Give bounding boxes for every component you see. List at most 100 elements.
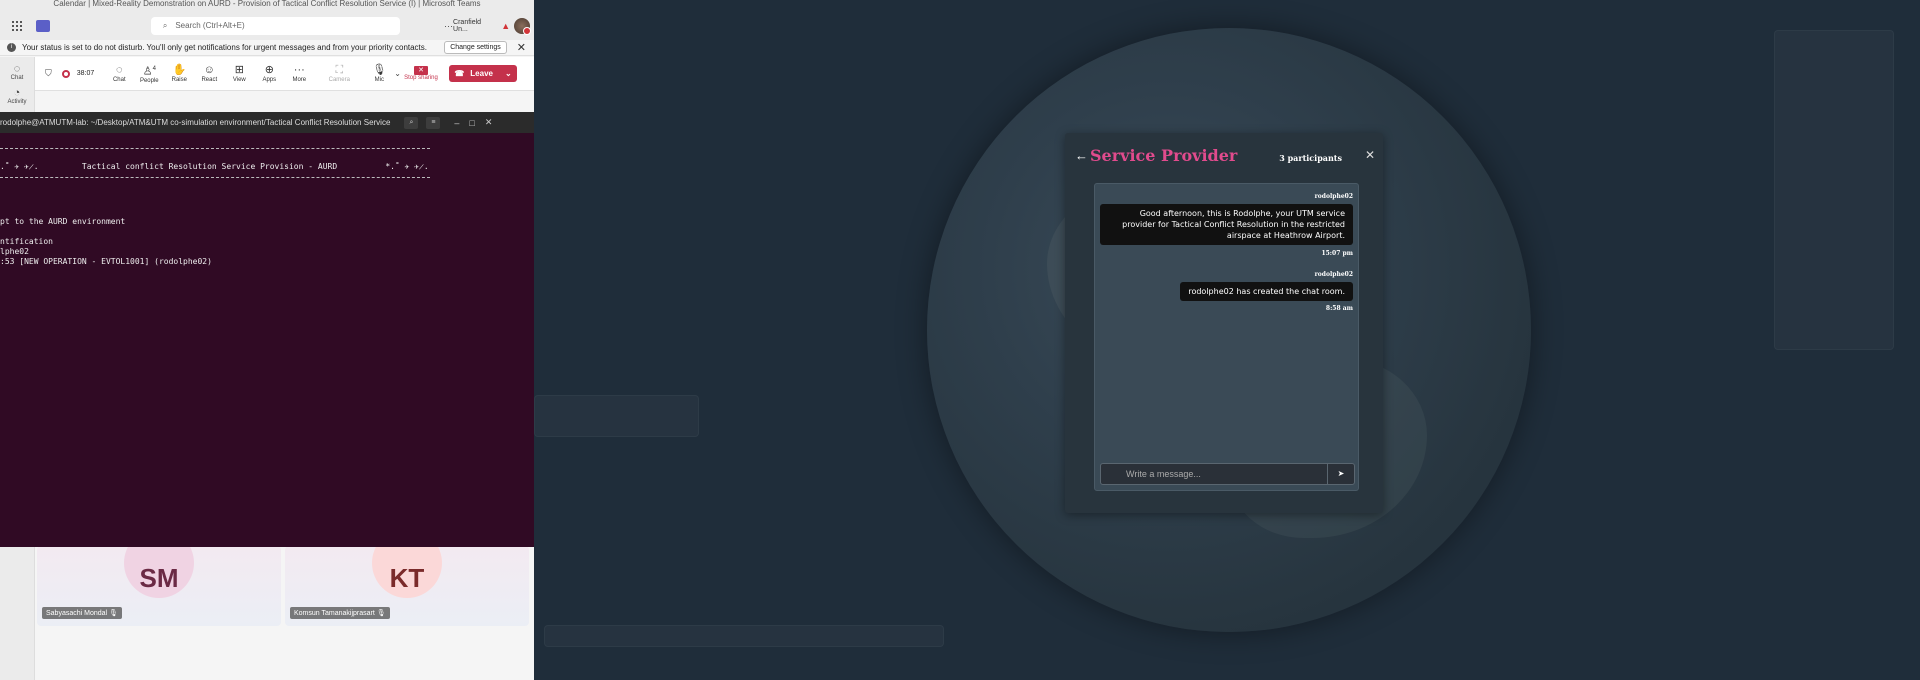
call-timer: 38:07	[76, 70, 95, 77]
message-bubble: Good afternoon, this is Rodolphe, your U…	[1100, 204, 1353, 245]
terminal-title-bar: rodolphe@ATMUTM-lab: ~/Desktop/ATM&UTM c…	[0, 112, 534, 133]
participant-tile[interactable]: SM Sabyasachi Mondal 🎙	[37, 546, 281, 626]
people-icon: ♙4	[142, 65, 156, 78]
rail-item-activity[interactable]: ◔ Activity	[0, 87, 34, 105]
view-button[interactable]: ⊞ View	[224, 64, 254, 83]
terminal-line: lphe02	[0, 247, 29, 256]
mic-icon: 🎙	[372, 64, 387, 76]
chat-title: Service Provider	[1090, 146, 1238, 165]
search-placeholder: Search (Ctrl+Alt+E)	[175, 21, 245, 30]
chat-icon: ◌	[116, 64, 123, 76]
more-icon: ···	[293, 64, 305, 76]
chat-header: ← Service Provider	[1075, 146, 1237, 165]
message-sender: rodolphe02	[1314, 193, 1353, 200]
mic-muted-icon: 🎙	[109, 610, 118, 617]
participant-tile[interactable]: KT Komsun Tamanakijprasart 🎙	[285, 546, 529, 626]
close-icon[interactable]: ✕	[1365, 148, 1375, 162]
faded-bottom-bar	[544, 625, 944, 647]
terminal-box-bottom	[0, 177, 430, 178]
org-name[interactable]: Cranfield Un...	[453, 19, 497, 33]
message-compose: ➤	[1100, 463, 1355, 485]
react-button[interactable]: ☺ React	[194, 64, 224, 83]
apps-icon: ⊕	[264, 64, 274, 76]
app-launcher-icon[interactable]	[12, 20, 22, 31]
participant-initials: KT	[372, 546, 442, 598]
menu-icon[interactable]: ≡	[426, 116, 441, 129]
send-icon: ➤	[1337, 469, 1345, 478]
chat-panel: ← Service Provider 3 participants ✕ rodo…	[1065, 133, 1383, 513]
react-button-label: React	[201, 77, 218, 83]
more-button[interactable]: ··· More	[284, 64, 314, 83]
send-button[interactable]: ➤	[1327, 464, 1354, 484]
minimize-icon[interactable]: –	[454, 118, 459, 128]
terminal-line: ntification	[0, 237, 53, 246]
stop-share-icon: ✕	[414, 66, 428, 75]
dnd-message: Your status is set to do not disturb. Yo…	[22, 43, 428, 52]
message-time: 15:07 pm	[1321, 250, 1353, 257]
terminal-box-top	[0, 148, 430, 149]
mic-button-label: Mic	[374, 77, 384, 83]
terminal-line: .˚ ✈ ✈̷. Tactical conflict Resolution Se…	[0, 162, 429, 171]
participant-tiles: SM Sabyasachi Mondal 🎙 KT Komsun Tamanak…	[35, 546, 534, 680]
more-button-label: More	[292, 77, 307, 83]
stop-sharing-button[interactable]: ✕ Stop sharing	[401, 66, 441, 81]
camera-icon: ⛶	[335, 64, 344, 76]
leave-button[interactable]: ☎ Leave ⌄	[449, 65, 517, 82]
react-icon: ☺	[203, 64, 215, 76]
phone-icon: ☎	[454, 69, 465, 78]
rail-item-label: Activity	[7, 99, 27, 105]
terminal-line: pt to the AURD environment	[0, 217, 126, 226]
stop-sharing-label: Stop sharing	[404, 75, 438, 81]
search-icon: ⌕	[162, 20, 168, 30]
search-input[interactable]: ⌕ Search (Ctrl+Alt+E)	[150, 16, 401, 35]
faded-side-panel	[1774, 30, 1894, 350]
maximize-icon[interactable]: □	[469, 118, 474, 128]
mic-button[interactable]: 🎙 Mic	[364, 64, 394, 83]
camera-button-label: Camera	[328, 77, 350, 83]
people-button[interactable]: ♙4 People	[134, 63, 164, 84]
chat-icon: ◌	[13, 63, 21, 75]
shield-icon[interactable]: ⛉	[45, 68, 52, 79]
participants-count[interactable]: 3 participants	[1279, 153, 1342, 163]
terminal-title: rodolphe@ATMUTM-lab: ~/Desktop/ATM&UTM c…	[0, 118, 391, 127]
message-bubble: rodolphe02 has created the chat room.	[1180, 282, 1353, 301]
change-settings-button[interactable]: Change settings	[444, 41, 507, 54]
search-icon[interactable]: ⌕	[404, 116, 419, 129]
camera-button[interactable]: ⛶ Camera	[324, 64, 354, 83]
people-count: 4	[152, 65, 156, 72]
chevron-down-icon[interactable]: ⌄	[394, 69, 401, 78]
message-input[interactable]	[1101, 464, 1327, 484]
terminal-window[interactable]: rodolphe@ATMUTM-lab: ~/Desktop/ATM&UTM c…	[0, 112, 534, 547]
bell-icon: ◔	[13, 87, 21, 99]
close-icon[interactable]: ✕	[517, 41, 526, 54]
raise-hand-button[interactable]: ✋ Raise	[164, 64, 194, 83]
view-icon: ⊞	[234, 64, 244, 76]
warning-icon[interactable]: ▲	[501, 21, 510, 31]
chat-messages-area: rodolphe02 Good afternoon, this is Rodol…	[1094, 183, 1359, 491]
close-icon[interactable]: ✕	[485, 117, 493, 128]
mic-muted-icon: 🎙	[376, 610, 386, 617]
rail-item-label: Chat	[10, 75, 24, 81]
avatar[interactable]	[514, 17, 531, 35]
dnd-banner: i Your status is set to do not disturb. …	[0, 40, 534, 56]
message-sender: rodolphe02	[1314, 271, 1353, 278]
leave-label: Leave	[470, 69, 493, 78]
terminal-line: :53 [NEW OPERATION - EVTOL1001] (rodolph…	[0, 257, 212, 266]
rail-item-chat[interactable]: ◌ Chat	[0, 63, 34, 81]
teams-top-bar: ⌕ Search (Ctrl+Alt+E) ··· Cranfield Un..…	[0, 8, 534, 43]
chat-button[interactable]: ◌ Chat	[104, 64, 134, 83]
participant-initials: SM	[124, 546, 194, 598]
back-arrow-icon[interactable]: ←	[1075, 148, 1088, 163]
raise-hand-icon: ✋	[172, 64, 187, 76]
call-toolbar: ⛉ 38:07 ◌ Chat ♙4 People ✋ Raise ☺ React ⊞ Vi…	[35, 57, 534, 91]
apps-button[interactable]: ⊕ Apps	[254, 64, 284, 83]
terminal-output: .˚ ✈ ✈̷. Tactical conflict Resolution Se…	[0, 133, 534, 266]
more-options-icon[interactable]: ···	[444, 21, 453, 31]
teams-window-title: Calendar | Mixed-Reality Demonstration o…	[0, 0, 534, 8]
message-time: 8:58 am	[1325, 305, 1353, 312]
info-icon: i	[7, 43, 16, 52]
raise-button-label: Raise	[171, 77, 187, 83]
view-button-label: View	[232, 77, 246, 83]
chevron-down-icon[interactable]: ⌄	[505, 69, 512, 78]
chat-button-label: Chat	[112, 77, 126, 83]
